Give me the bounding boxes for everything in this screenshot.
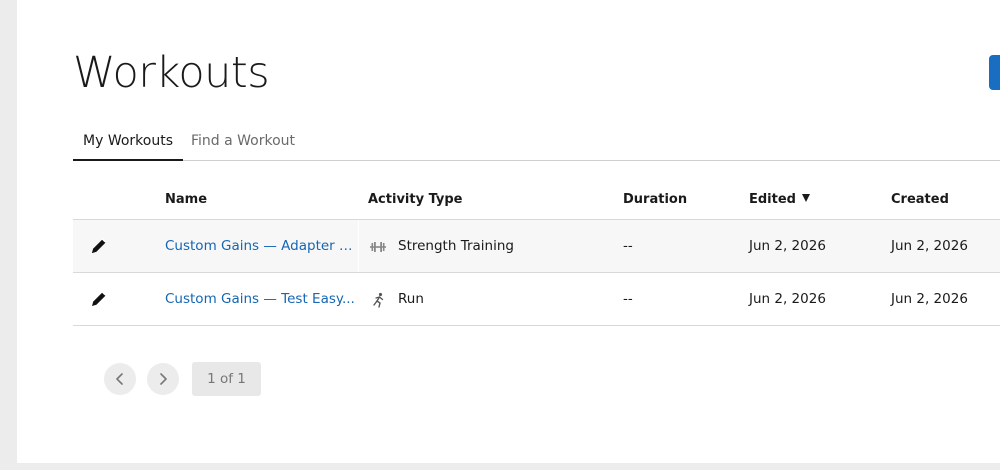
create-workout-button[interactable] bbox=[989, 55, 1000, 90]
table-row: Custom Gains — Test Easy... Run -- Jun 2… bbox=[73, 273, 1000, 326]
page-status: 1 of 1 bbox=[192, 362, 261, 396]
table-row: Custom Gains — Adapter T... Strength Tra… bbox=[73, 220, 1000, 273]
edited-date: Jun 2, 2026 bbox=[749, 238, 826, 254]
page-title: Workouts bbox=[73, 48, 270, 98]
chevron-left-icon bbox=[116, 373, 123, 385]
column-header-created[interactable]: Created bbox=[891, 192, 949, 207]
main-panel: Workouts My Workouts Find a Workout Name… bbox=[17, 0, 1000, 463]
column-header-edited[interactable]: Edited bbox=[749, 192, 810, 207]
tab-find-a-workout[interactable]: Find a Workout bbox=[191, 122, 295, 159]
column-header-edited-label: Edited bbox=[749, 192, 796, 207]
workout-name-link[interactable]: Custom Gains — Adapter T... bbox=[165, 238, 355, 254]
activity-type: Run bbox=[398, 291, 424, 307]
created-date: Jun 2, 2026 bbox=[891, 291, 968, 307]
previous-page-button[interactable] bbox=[104, 363, 136, 395]
column-header-name[interactable]: Name bbox=[165, 192, 207, 207]
chevron-right-icon bbox=[160, 373, 167, 385]
duration-value: -- bbox=[623, 238, 633, 254]
sort-descending-icon bbox=[801, 194, 810, 202]
column-divider bbox=[358, 220, 359, 272]
dumbbell-icon bbox=[369, 239, 387, 255]
tab-my-workouts[interactable]: My Workouts bbox=[73, 122, 183, 161]
edited-date: Jun 2, 2026 bbox=[749, 291, 826, 307]
duration-value: -- bbox=[623, 291, 633, 307]
created-date: Jun 2, 2026 bbox=[891, 238, 968, 254]
table-header: Name Activity Type Duration Edited Creat… bbox=[73, 180, 1000, 220]
pencil-icon[interactable] bbox=[89, 236, 109, 256]
pencil-icon[interactable] bbox=[89, 289, 109, 309]
next-page-button[interactable] bbox=[147, 363, 179, 395]
tab-bar: My Workouts Find a Workout bbox=[73, 122, 1000, 161]
column-header-duration[interactable]: Duration bbox=[623, 192, 687, 207]
workout-name-link[interactable]: Custom Gains — Test Easy... bbox=[165, 291, 355, 307]
column-header-activity-type[interactable]: Activity Type bbox=[368, 192, 463, 207]
workouts-table: Name Activity Type Duration Edited Creat… bbox=[73, 180, 1000, 326]
runner-icon bbox=[369, 292, 387, 308]
activity-type: Strength Training bbox=[398, 238, 514, 254]
